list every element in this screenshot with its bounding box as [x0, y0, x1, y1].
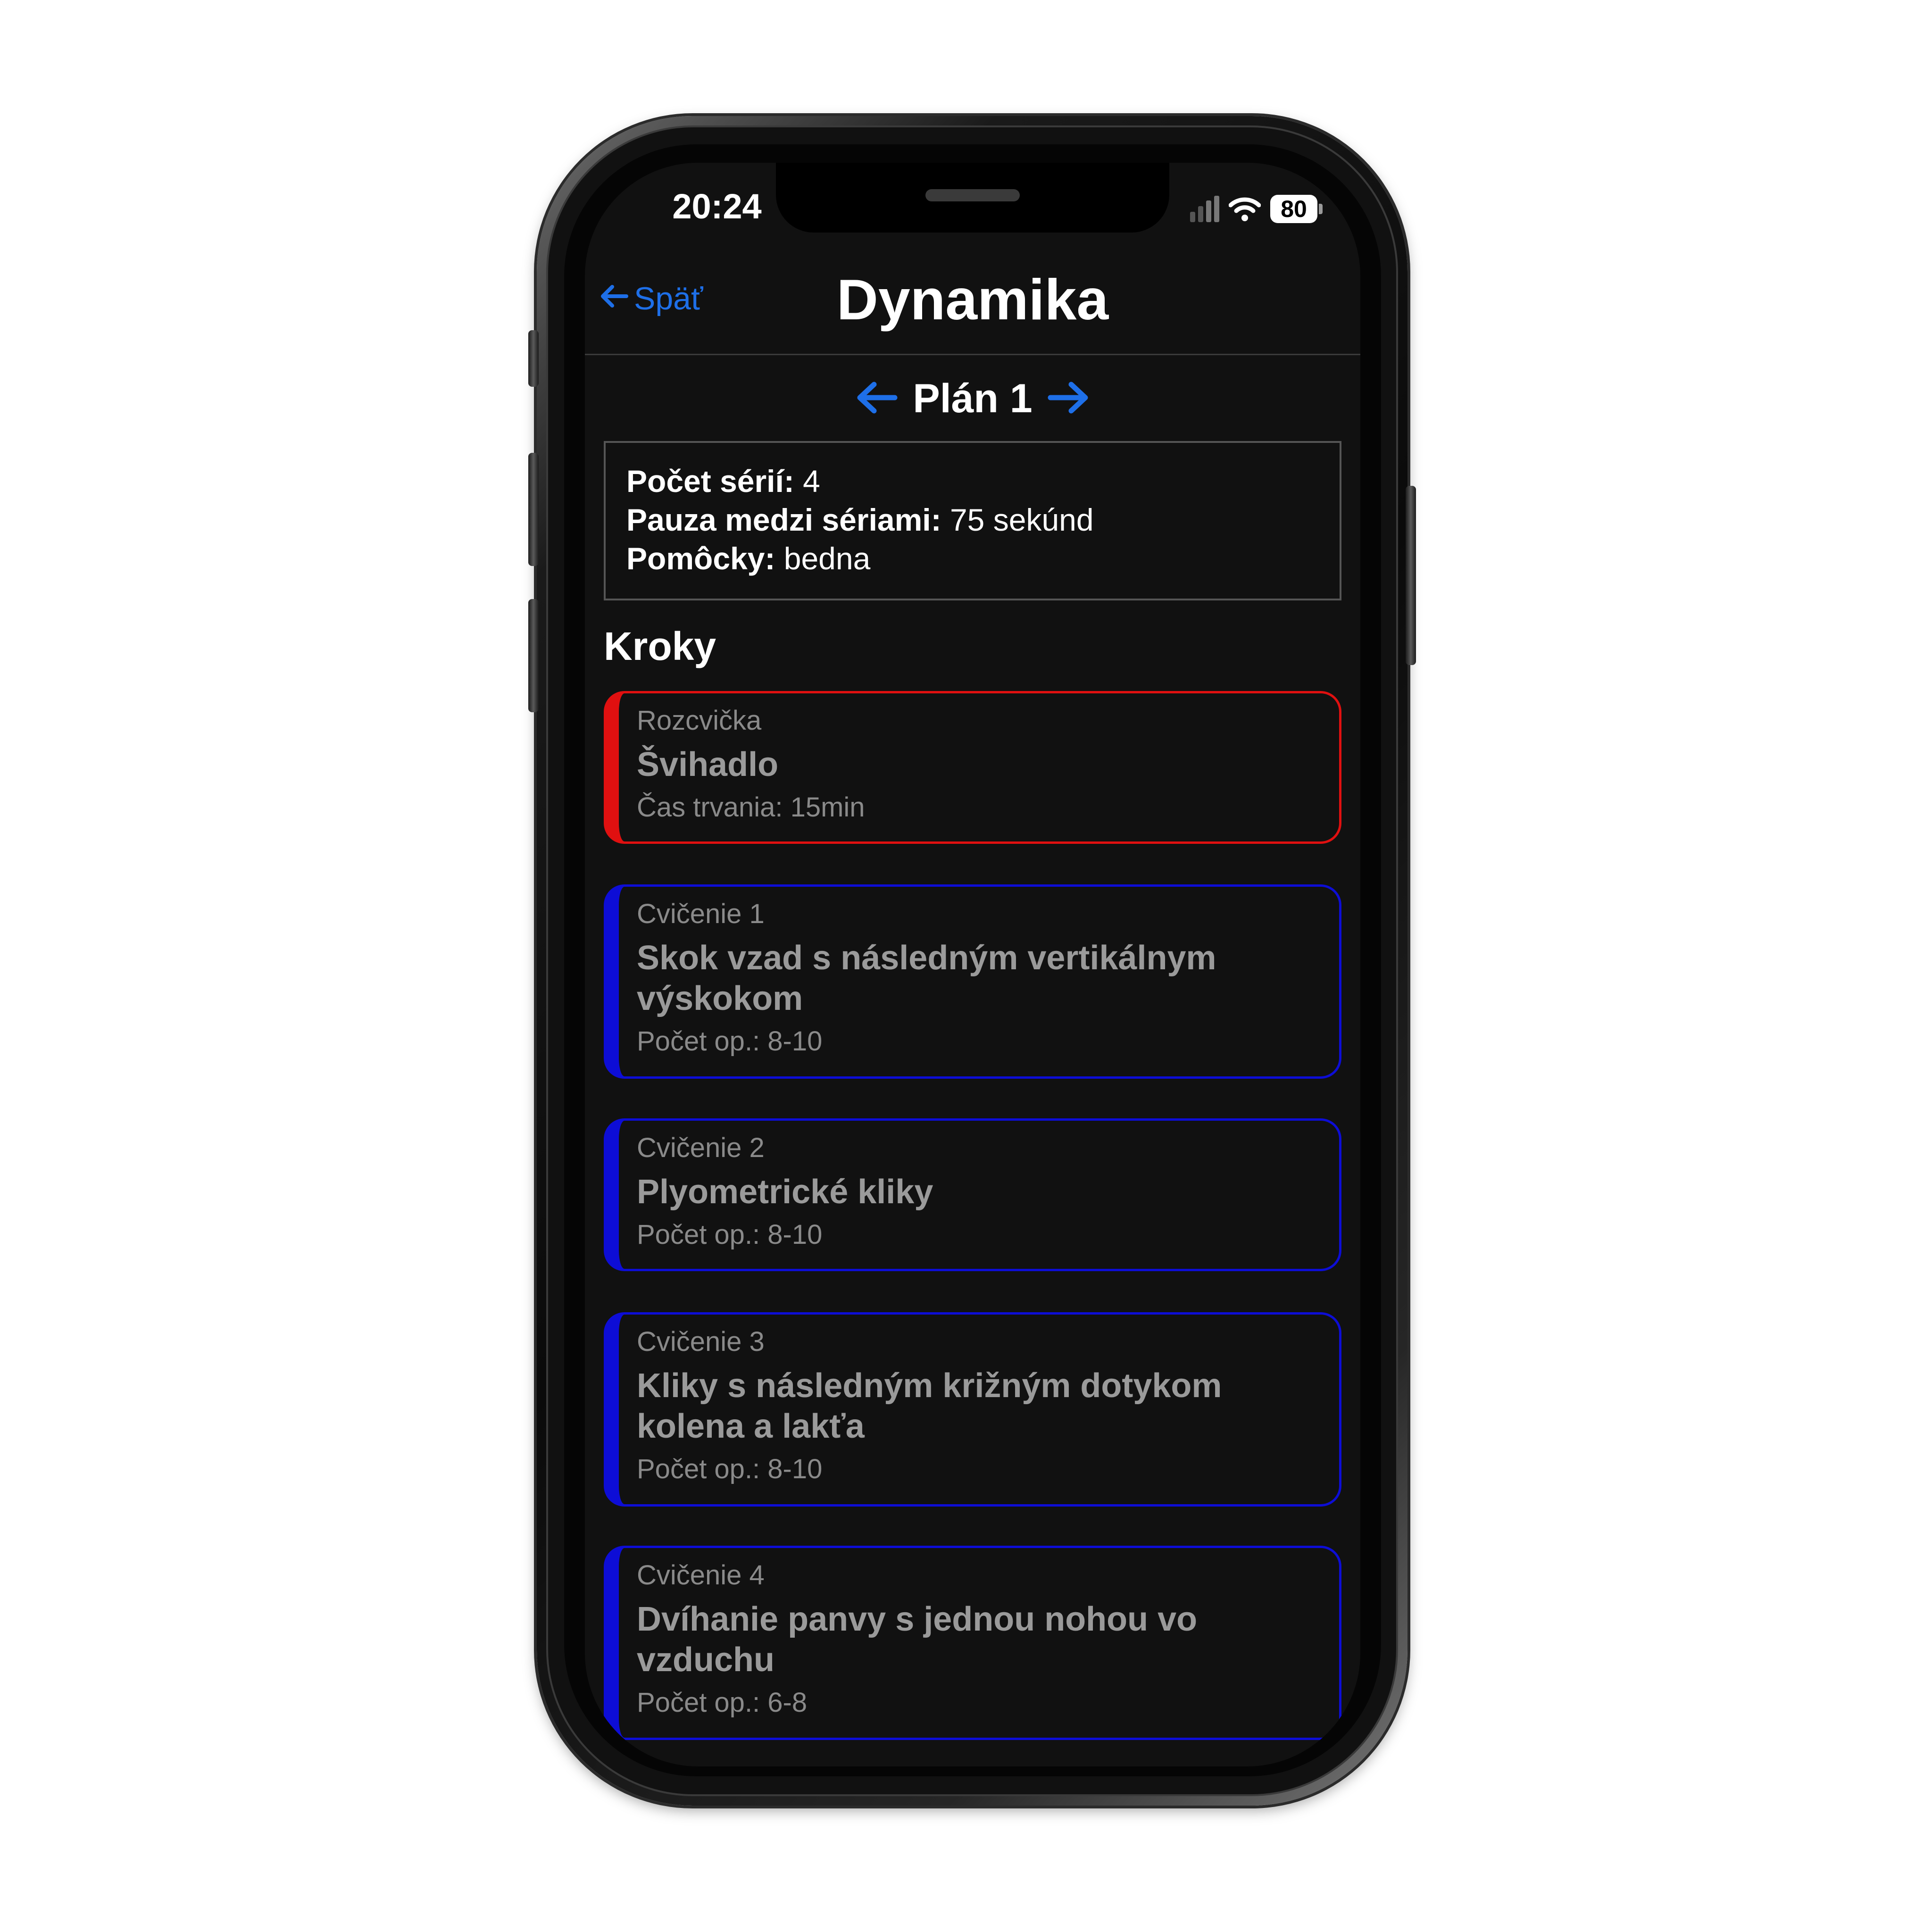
- step-category: Cvičenie 4: [637, 1560, 765, 1591]
- series-count-label: Počet sérií:: [626, 464, 794, 499]
- power-button: [1406, 486, 1416, 665]
- step-meta: Počet op.: 6-8: [637, 1687, 808, 1718]
- status-time: 20:24: [672, 187, 762, 226]
- notch: [776, 163, 1169, 233]
- arrow-right-icon: [1047, 380, 1090, 418]
- tools-value: bedna: [775, 541, 871, 576]
- step-card-warmup[interactable]: Rozcvička Švihadlo Čas trvania: 15min: [604, 691, 1341, 844]
- battery-icon: 80: [1270, 195, 1323, 223]
- step-category: Rozcvička: [637, 705, 762, 736]
- pause-line: Pauza medzi sériami: 75 sekúnd: [626, 500, 1319, 539]
- step-name: Skok vzad s následným vertikálnym výskok…: [637, 939, 1216, 1017]
- step-card-exercise-1[interactable]: Cvičenie 1 Skok vzad s následným vertiká…: [604, 884, 1341, 1079]
- step-meta: Počet op.: 8-10: [637, 1026, 823, 1057]
- step-card-exercise-3[interactable]: Cvičenie 3 Kliky s následným križným dot…: [604, 1312, 1341, 1507]
- step-card-exercise-2[interactable]: Cvičenie 2 Plyometrické kliky Počet op.:…: [604, 1118, 1341, 1271]
- pause-value: 75 sekúnd: [941, 502, 1094, 537]
- plan-label: Plán 1: [913, 375, 1033, 421]
- volume-down-button: [528, 599, 539, 712]
- step-category: Cvičenie 1: [637, 899, 765, 929]
- step-category: Cvičenie 3: [637, 1326, 765, 1357]
- volume-up-button: [528, 453, 539, 566]
- tools-line: Pomôcky: bedna: [626, 539, 1319, 578]
- step-meta: Počet op.: 8-10: [637, 1454, 823, 1484]
- app-screen: 20:24 80 Späť Dynamika Plán 1 Počet séri…: [585, 163, 1360, 1766]
- step-meta: Počet op.: 8-10: [637, 1219, 823, 1250]
- battery-level: 80: [1270, 195, 1317, 223]
- step-meta: Čas trvania: 15min: [637, 792, 865, 823]
- steps-heading: Kroky: [604, 624, 716, 668]
- step-name: Švihadlo: [637, 746, 779, 783]
- step-category: Cvičenie 2: [637, 1133, 765, 1163]
- back-label: Späť: [634, 281, 703, 316]
- next-plan-button[interactable]: [1047, 380, 1090, 418]
- status-indicators: 80: [1190, 190, 1323, 228]
- plan-switcher: Plán 1: [585, 370, 1360, 427]
- speaker-grille: [925, 189, 1020, 201]
- step-card-exercise-4[interactable]: Cvičenie 4 Dvíhanie panvy s jednou nohou…: [604, 1546, 1341, 1740]
- tools-label: Pomôcky:: [626, 541, 775, 576]
- pause-label: Pauza medzi sériami:: [626, 502, 941, 537]
- wifi-icon: [1229, 196, 1261, 222]
- step-name: Kliky s následným križným dotykom kolena…: [637, 1367, 1222, 1445]
- battery-tip: [1319, 204, 1323, 214]
- header-divider: [585, 354, 1360, 355]
- page-title: Dynamika: [836, 267, 1109, 332]
- mute-switch: [528, 330, 539, 387]
- arrow-left-icon: [599, 280, 629, 317]
- plan-info-box: Počet sérií: 4 Pauza medzi sériami: 75 s…: [604, 441, 1341, 600]
- series-count-value: 4: [794, 464, 820, 499]
- prev-plan-button[interactable]: [855, 380, 899, 418]
- canvas: 20:24 80 Späť Dynamika Plán 1 Počet séri…: [0, 0, 1932, 1932]
- step-name: Plyometrické kliky: [637, 1173, 933, 1211]
- step-name: Dvíhanie panvy s jednou nohou vo vzduchu: [637, 1600, 1198, 1679]
- series-count-line: Počet sérií: 4: [626, 462, 1319, 500]
- back-button[interactable]: Späť: [599, 275, 703, 322]
- arrow-left-icon: [855, 380, 899, 418]
- signal-icon: [1190, 196, 1219, 222]
